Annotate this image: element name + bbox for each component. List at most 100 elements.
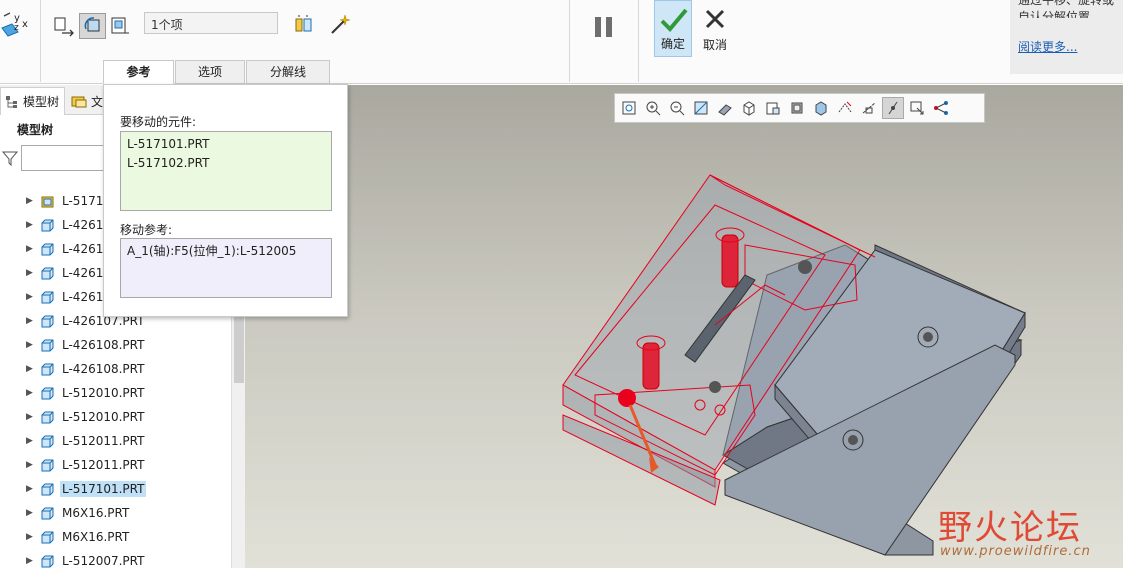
- part-icon: [41, 363, 54, 375]
- part-icon: [41, 219, 54, 231]
- part-icon: [41, 267, 54, 279]
- expand-arrow-icon[interactable]: ▶: [26, 292, 34, 302]
- components-to-move-list[interactable]: L-517101.PRT L-517102.PRT: [120, 131, 332, 211]
- assembly-icon: [41, 196, 54, 207]
- help-panel: 通过平移、旋转或自认分解位置。 阅读更多...: [1010, 0, 1123, 74]
- zoom-in-icon[interactable]: [642, 97, 664, 119]
- expand-arrow-icon[interactable]: ▶: [26, 532, 34, 542]
- expand-arrow-icon[interactable]: ▶: [26, 388, 34, 398]
- expand-arrow-icon[interactable]: ▶: [26, 316, 34, 326]
- expand-arrow-icon[interactable]: ▶: [26, 484, 34, 494]
- part-icon: [41, 531, 54, 543]
- part-icon: [41, 483, 54, 495]
- coordinate-system-icon[interactable]: y x z: [0, 10, 34, 42]
- datum-points-icon[interactable]: [882, 97, 904, 119]
- filter-icon[interactable]: [2, 150, 18, 166]
- graphics-viewport[interactable]: [245, 85, 1123, 568]
- svg-text:x: x: [22, 19, 28, 30]
- part-icon: [41, 507, 54, 519]
- tree-row-selected[interactable]: ▶ L-517101.PRT: [0, 477, 230, 501]
- folder-icon: [71, 96, 87, 108]
- ribbon-toolbar: y x z 1个项 确定 取消 通过平移、旋转或自认分解位置。 阅读更多... …: [0, 0, 1123, 84]
- tab-model-tree-label: 模型树: [23, 95, 60, 109]
- datum-axes-icon[interactable]: [858, 97, 880, 119]
- repaint-icon[interactable]: [690, 97, 712, 119]
- tree-row[interactable]: ▶ L-426108.PRT: [0, 357, 230, 381]
- expand-arrow-icon[interactable]: ▶: [26, 244, 34, 254]
- close-icon: [705, 9, 725, 29]
- tree-row-label: L-512011.PRT: [62, 458, 145, 472]
- component-item[interactable]: L-517101.PRT: [127, 135, 325, 154]
- tab-options[interactable]: 选项: [175, 60, 245, 84]
- watermark-logo: 野火论坛: [938, 508, 1082, 548]
- expand-arrow-icon[interactable]: ▶: [26, 556, 34, 566]
- move-reference-item[interactable]: A_1(轴):F5(拉伸_1):L-512005: [127, 242, 325, 261]
- part-icon: [41, 435, 54, 447]
- tab-model-tree[interactable]: 模型树: [0, 87, 65, 115]
- ok-label: 确定: [660, 37, 685, 51]
- perspective-icon[interactable]: [786, 97, 808, 119]
- translate-icon[interactable]: [52, 14, 76, 38]
- expand-arrow-icon[interactable]: ▶: [26, 340, 34, 350]
- rotate-icon[interactable]: [79, 13, 106, 39]
- annotation-icon[interactable]: [930, 97, 952, 119]
- explode-settings-icon[interactable]: [292, 13, 316, 37]
- cancel-button[interactable]: 取消: [696, 0, 734, 57]
- tree-row[interactable]: ▶ L-512007.PRT: [0, 549, 230, 568]
- tree-row[interactable]: ▶ L-512011.PRT: [0, 453, 230, 477]
- tree-row-label: L-512010.PRT: [62, 410, 145, 424]
- part-icon: [41, 555, 54, 567]
- zoom-out-icon[interactable]: [666, 97, 688, 119]
- tree-row-label: L-512011.PRT: [62, 434, 145, 448]
- expand-arrow-icon[interactable]: ▶: [26, 412, 34, 422]
- move-reference-label: 移动参考:: [120, 223, 173, 237]
- expand-arrow-icon[interactable]: ▶: [26, 460, 34, 470]
- tree-row[interactable]: ▶ L-512011.PRT: [0, 429, 230, 453]
- tree-row[interactable]: ▶ L-426108.PRT: [0, 333, 230, 357]
- tree-search-input[interactable]: [21, 145, 111, 171]
- pause-button[interactable]: [589, 10, 619, 44]
- cancel-label: 取消: [702, 38, 727, 52]
- component-item[interactable]: L-517102.PRT: [127, 154, 325, 173]
- expand-arrow-icon[interactable]: ▶: [26, 508, 34, 518]
- tree-row-label: L-512010.PRT: [62, 386, 145, 400]
- part-icon: [41, 411, 54, 423]
- display-style-icon[interactable]: [714, 97, 736, 119]
- tree-row-label: L-5171: [62, 194, 104, 208]
- refit-icon[interactable]: [618, 97, 640, 119]
- ok-button[interactable]: 确定: [654, 0, 692, 57]
- tree-row[interactable]: ▶ L-512010.PRT: [0, 381, 230, 405]
- tab-folder-browser[interactable]: 文: [67, 87, 107, 115]
- tree-row[interactable]: ▶ M6X16.PRT: [0, 525, 230, 549]
- magic-wand-icon[interactable]: [328, 12, 352, 36]
- view-plane-icon[interactable]: [108, 14, 132, 38]
- coordinate-systems-icon[interactable]: [906, 97, 928, 119]
- tree-row-label: L-426108.PRT: [62, 338, 145, 352]
- selected-count-field[interactable]: 1个项: [144, 12, 278, 34]
- part-icon: [41, 243, 54, 255]
- view-manager-icon[interactable]: [762, 97, 784, 119]
- part-icon: [41, 315, 54, 327]
- expand-arrow-icon[interactable]: ▶: [26, 436, 34, 446]
- tab-explode-lines[interactable]: 分解线: [246, 60, 330, 84]
- tab-folder-browser-label: 文: [90, 94, 103, 109]
- expand-arrow-icon[interactable]: ▶: [26, 364, 34, 374]
- components-to-move-label: 要移动的元件:: [120, 115, 197, 129]
- tree-row[interactable]: ▶ M6X16.PRT: [0, 501, 230, 525]
- expand-arrow-icon[interactable]: ▶: [26, 268, 34, 278]
- tab-references[interactable]: 参考: [103, 60, 174, 84]
- saved-views-icon[interactable]: [738, 97, 760, 119]
- expand-arrow-icon[interactable]: ▶: [26, 220, 34, 230]
- read-more-link[interactable]: 阅读更多...: [1018, 39, 1115, 56]
- move-reference-collector[interactable]: A_1(轴):F5(拉伸_1):L-512005: [120, 238, 332, 298]
- part-icon: [41, 291, 54, 303]
- tree-row[interactable]: ▶ L-512010.PRT: [0, 405, 230, 429]
- datum-planes-icon[interactable]: [834, 97, 856, 119]
- tree-row-label: M6X16.PRT: [62, 530, 130, 544]
- tree-scrollbar[interactable]: [231, 285, 245, 568]
- spin-center-icon[interactable]: [810, 97, 832, 119]
- assembly-model-view: [562, 174, 1026, 556]
- tree-row-label: L-426108.PRT: [62, 362, 145, 376]
- expand-arrow-icon[interactable]: ▶: [26, 196, 34, 206]
- part-icon: [41, 459, 54, 471]
